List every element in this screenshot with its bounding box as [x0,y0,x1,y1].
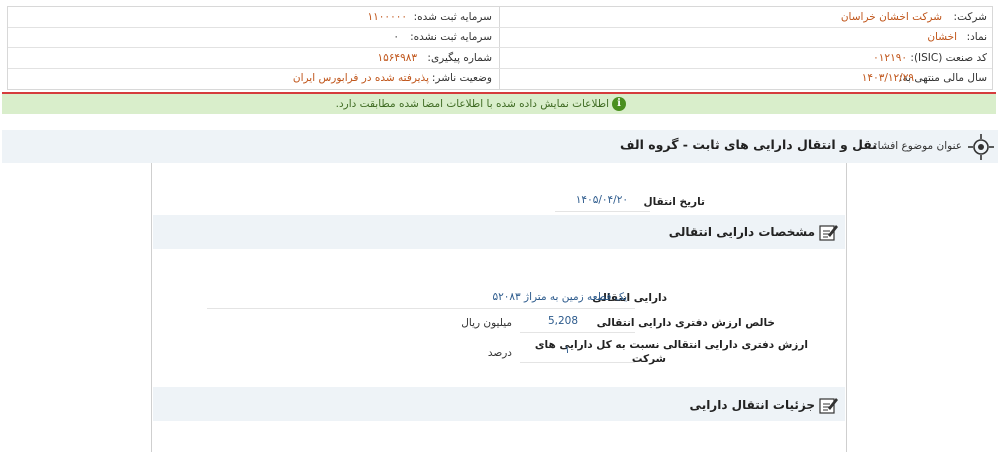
target-icon [968,134,994,160]
ratio-value: ۱ [564,344,570,356]
registered-capital-value: ۱۱۰۰۰۰۰ [367,11,407,23]
transfer-date-value: ۱۴۰۵/۰۴/۲۰ [575,194,628,206]
company-value: شرکت اخشان خراسان [840,11,942,23]
unregistered-capital-value: ۰ [393,31,399,43]
ratio-underline [520,362,635,363]
form-edit-icon [819,398,838,414]
publisher-status-label: وضعیت ناشر: [431,72,492,84]
section-title-asset-specs: مشخصات دارایی انتقالی [668,225,815,239]
subject-label: عنوان موضوع افشا: [874,140,962,152]
signature-match-alert: i اطلاعات نمایش داده شده با اطلاعات امضا… [2,92,996,114]
info-row-fiscal: سال مالی منتهی به: ۱۴۰۳/۱۲/۲۹ وضعیت ناشر… [8,68,992,88]
section-title-transfer-details: جزئیات انتقال دارایی [689,398,815,412]
alert-text: اطلاعات نمایش داده شده با اطلاعات امضا ش… [335,98,609,110]
ratio-label-line2: شرکت [631,353,666,365]
ratio-unit: درصد [487,347,512,359]
info-icon: i [612,97,626,111]
info-row-isic: کد صنعت (ISIC): ۰۱۲۱۹۰ شماره پیگیری: ۱۵۶… [8,48,992,69]
isic-value: ۰۱۲۱۹۰ [873,52,907,64]
asset-underline [207,308,635,309]
company-label: شرکت: [953,11,987,23]
net-book-underline [520,332,635,333]
fiscal-year-value: ۱۴۰۳/۱۲/۲۹ [861,72,914,84]
tracking-label: شماره پیگیری: [427,52,492,64]
form-edit-icon [819,225,838,241]
symbol-label: نماد: [966,31,987,43]
unregistered-capital-label: سرمایه ثبت نشده: [410,31,492,43]
registered-capital-label: سرمایه ثبت شده: [413,11,492,23]
transfer-date-underline [555,211,650,212]
publisher-status-value: پذیرفته شده در فرابورس ایران [292,72,429,84]
net-book-value: 5,208 [547,315,578,327]
ratio-label-line1: ارزش دفتری دارایی انتقالی نسبت به کل دار… [534,339,808,351]
tracking-value: ۱۵۶۴۹۸۳ [377,52,417,64]
company-info-table: شرکت: شرکت اخشان خراسان سرمایه ثبت شده: … [7,6,993,90]
info-row-symbol: نماد: اخشان سرمایه ثبت نشده: ۰ [8,27,992,48]
transfer-date-label: تاریخ انتقال [643,196,705,208]
net-book-unit: میلیون ریال [461,317,512,329]
asset-value: یک قطعه زمین به متراژ ۵۲۰۸۳ [492,291,627,303]
symbol-value: اخشان [927,31,957,43]
subject-title: نقل و انتقال دارایی های ثابت - گروه الف [620,137,877,152]
info-row-company: شرکت: شرکت اخشان خراسان سرمایه ثبت شده: … [8,7,992,28]
isic-label: کد صنعت (ISIC): [910,52,987,64]
net-book-label: خالص ارزش دفتری دارایی انتقالی [596,317,775,329]
